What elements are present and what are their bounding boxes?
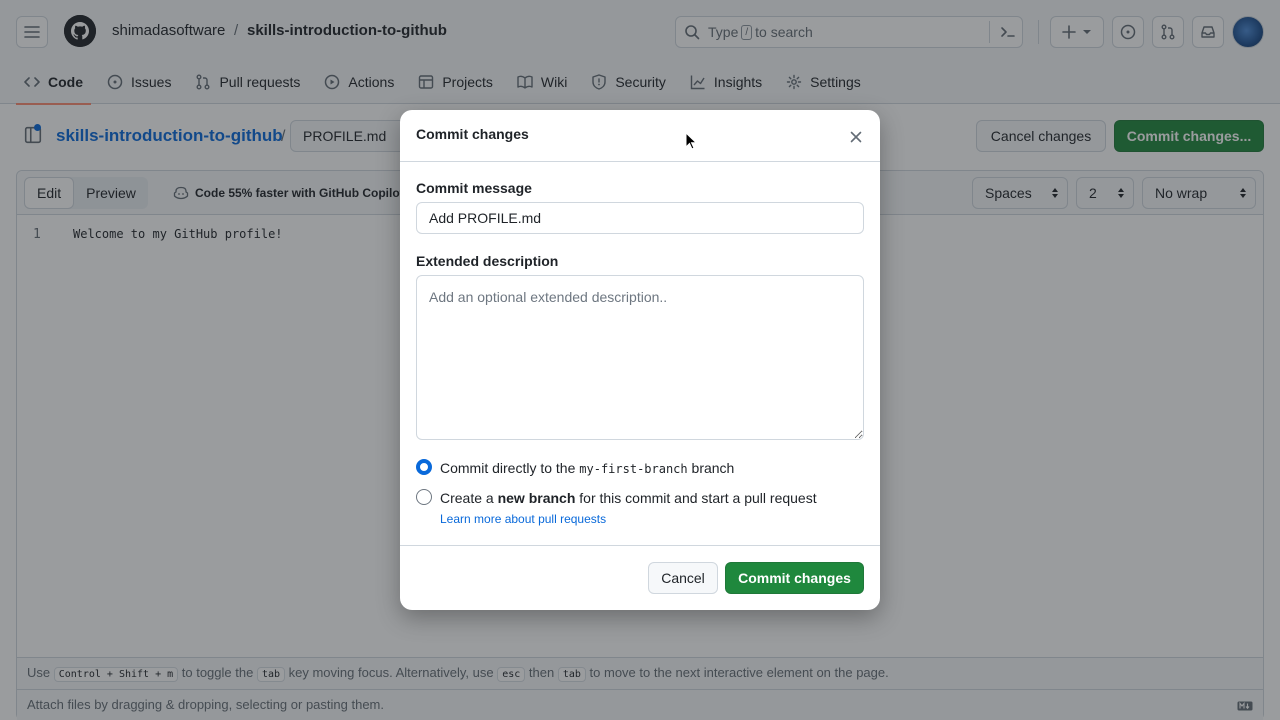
extended-description-label: Extended description <box>416 253 559 269</box>
commit-message-input[interactable] <box>416 202 864 234</box>
mouse-cursor-icon <box>685 132 697 150</box>
option-text-bold: new branch <box>497 490 576 506</box>
close-button[interactable] <box>846 127 866 147</box>
commit-direct-label[interactable]: Commit directly to the my-first-branch b… <box>440 460 734 476</box>
option-text: for this commit and start a pull request <box>579 490 817 506</box>
option-text: Commit directly to the <box>440 460 576 476</box>
dialog-divider <box>400 161 880 162</box>
option-text: Create a <box>440 490 494 506</box>
extended-description-input[interactable] <box>416 275 864 440</box>
branch-name: my-first-branch <box>579 462 688 476</box>
learn-more-link[interactable]: Learn more about pull requests <box>440 512 606 526</box>
new-branch-radio[interactable] <box>416 489 432 505</box>
dialog-footer-divider <box>400 545 880 546</box>
commit-dialog: Commit changes Commit message Extended d… <box>400 110 880 610</box>
confirm-commit-button[interactable]: Commit changes <box>725 562 864 594</box>
cancel-button[interactable]: Cancel <box>648 562 718 594</box>
commit-direct-radio[interactable] <box>416 459 432 475</box>
new-branch-label[interactable]: Create a new branch for this commit and … <box>440 490 817 506</box>
close-icon <box>850 131 862 143</box>
option-text: branch <box>691 460 735 476</box>
dialog-title: Commit changes <box>416 126 529 142</box>
commit-message-label: Commit message <box>416 180 532 196</box>
